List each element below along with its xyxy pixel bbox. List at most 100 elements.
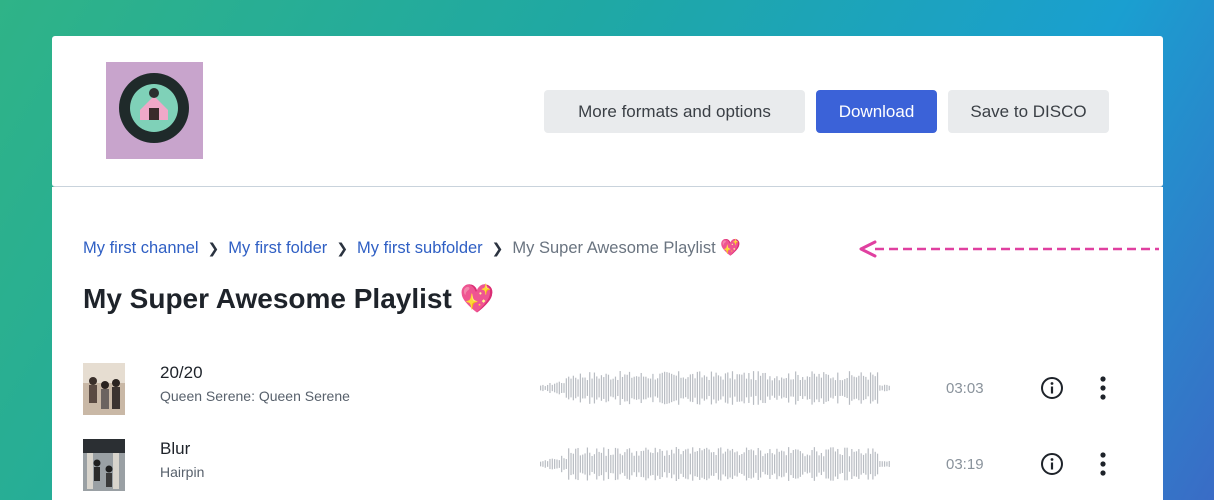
waveform-bar bbox=[701, 377, 703, 399]
waveform-bar bbox=[652, 373, 654, 403]
waveform-bar bbox=[795, 449, 797, 479]
waveform-bar bbox=[790, 452, 792, 476]
waveform-bar bbox=[883, 461, 886, 467]
waveform-bar bbox=[703, 448, 705, 480]
download-button[interactable]: Download bbox=[816, 90, 937, 133]
waveform-bar bbox=[766, 453, 769, 475]
waveform-bar bbox=[764, 372, 766, 404]
waveform-bar bbox=[762, 373, 764, 403]
more-formats-button[interactable]: More formats and options bbox=[544, 90, 805, 133]
waveform-bar bbox=[734, 379, 736, 397]
waveform-bar bbox=[862, 454, 865, 474]
waveform-bar bbox=[799, 380, 801, 396]
waveform-bar bbox=[841, 380, 844, 396]
breadcrumb-item-folder[interactable]: My first folder bbox=[228, 239, 327, 258]
waveform-bar bbox=[710, 371, 713, 405]
waveform-bar bbox=[738, 455, 741, 473]
waveform-bar bbox=[715, 455, 717, 473]
waveform-bar bbox=[781, 450, 783, 478]
waveform-bar bbox=[572, 375, 574, 401]
waveform-bar bbox=[720, 376, 722, 400]
waveform-bar bbox=[607, 374, 610, 402]
waveform-bar bbox=[797, 374, 799, 402]
waveform-bar bbox=[586, 447, 588, 481]
waveform-bar bbox=[848, 456, 851, 472]
waveform-bar bbox=[837, 372, 839, 404]
more-vertical-icon[interactable] bbox=[1091, 374, 1115, 402]
waveform-bar bbox=[600, 452, 603, 476]
waveform-bar bbox=[750, 449, 752, 479]
waveform-bar bbox=[862, 375, 865, 401]
waveform-bar bbox=[638, 376, 640, 400]
waveform-bar bbox=[706, 376, 708, 400]
waveform-bar bbox=[759, 450, 762, 478]
waveform-bar bbox=[642, 376, 645, 400]
waveform-bar bbox=[605, 455, 607, 473]
waveform-bar bbox=[596, 448, 598, 480]
breadcrumb-item-channel[interactable]: My first channel bbox=[83, 239, 199, 258]
waveform-bar bbox=[671, 449, 673, 479]
track-row[interactable]: 20/20 Queen Serene: Queen Serene 03:03 bbox=[83, 363, 1143, 417]
waveform[interactable] bbox=[540, 369, 892, 407]
waveform-bar bbox=[869, 453, 872, 475]
waveform-bar bbox=[741, 374, 743, 402]
waveform-bar bbox=[853, 376, 855, 400]
waveform-bar bbox=[624, 452, 626, 476]
waveform-bar bbox=[589, 372, 591, 404]
waveform-bar bbox=[661, 372, 663, 404]
waveform-bar bbox=[783, 451, 785, 477]
waveform-bar bbox=[858, 449, 860, 479]
waveform-bar bbox=[563, 383, 565, 393]
waveform-bar bbox=[652, 452, 654, 476]
waveform-bar bbox=[731, 371, 734, 405]
info-icon[interactable] bbox=[1040, 376, 1064, 400]
waveform-bar bbox=[769, 376, 771, 400]
waveform-bar bbox=[846, 377, 848, 399]
chevron-right-icon: ❯ bbox=[336, 240, 349, 256]
breadcrumb-item-subfolder[interactable]: My first subfolder bbox=[357, 239, 483, 258]
waveform-bar bbox=[631, 377, 633, 399]
waveform-bar bbox=[860, 372, 862, 404]
waveform-bar bbox=[830, 447, 832, 481]
waveform-bar bbox=[692, 373, 694, 403]
info-icon[interactable] bbox=[1040, 452, 1064, 476]
waveform-bar bbox=[874, 451, 876, 477]
waveform-bar bbox=[547, 384, 549, 392]
waveform-bar bbox=[837, 448, 839, 480]
waveform-bar bbox=[554, 383, 556, 393]
waveform-bar bbox=[811, 450, 813, 478]
waveform-bar bbox=[645, 447, 647, 481]
waveform-bar bbox=[745, 378, 748, 398]
more-vertical-icon[interactable] bbox=[1091, 450, 1115, 478]
track-title[interactable]: 20/20 bbox=[160, 363, 203, 383]
waveform-bar bbox=[708, 379, 710, 397]
waveform-bar bbox=[776, 448, 778, 480]
save-to-disco-button[interactable]: Save to DISCO bbox=[948, 90, 1109, 133]
waveform-bar bbox=[734, 452, 736, 476]
channel-logo[interactable] bbox=[106, 62, 203, 159]
waveform-bar bbox=[600, 375, 603, 401]
waveform-bar bbox=[617, 379, 619, 397]
waveform-bar bbox=[743, 372, 745, 404]
waveform-bar bbox=[666, 372, 668, 404]
waveform-bar bbox=[724, 373, 727, 403]
waveform-bar bbox=[596, 376, 598, 400]
track-artist: Queen Serene: Queen Serene bbox=[160, 388, 350, 404]
waveform[interactable] bbox=[540, 445, 892, 483]
waveform-bar bbox=[582, 454, 584, 474]
track-title[interactable]: Blur bbox=[160, 439, 190, 459]
waveform-bar bbox=[696, 451, 698, 477]
waveform-bar bbox=[717, 448, 720, 480]
track-row[interactable]: Blur Hairpin 03:19 bbox=[83, 439, 1143, 493]
waveform-bar bbox=[659, 448, 661, 480]
waveform-bar bbox=[685, 449, 687, 479]
waveform-bar bbox=[743, 452, 745, 476]
track-duration: 03:19 bbox=[946, 456, 984, 473]
waveform-bar bbox=[584, 453, 586, 475]
waveform-bar bbox=[797, 449, 799, 479]
waveform-bar bbox=[547, 461, 549, 467]
waveform-bar bbox=[664, 371, 666, 405]
waveform-bar bbox=[558, 381, 560, 395]
waveform-bar bbox=[591, 456, 593, 472]
waveform-bar bbox=[570, 378, 572, 398]
